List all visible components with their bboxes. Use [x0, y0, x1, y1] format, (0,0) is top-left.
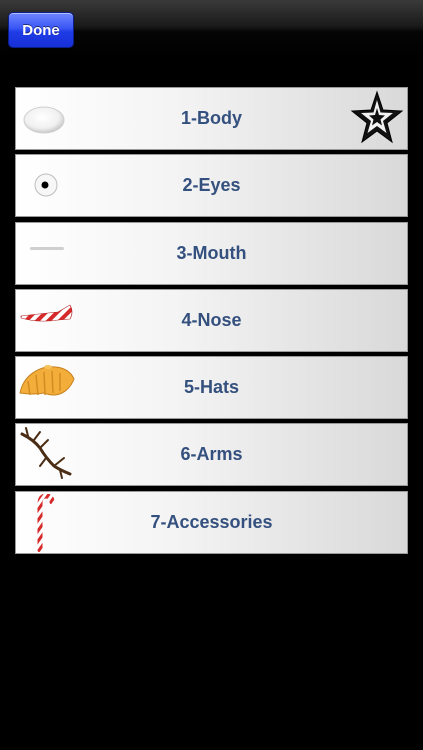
menu-item-hats[interactable]: 5-Hats	[15, 356, 408, 420]
menu-item-label: 4-Nose	[181, 309, 242, 330]
menu-item-arms[interactable]: 6-Arms	[15, 423, 408, 487]
menu-item-body[interactable]: 1-Body	[15, 87, 408, 150]
menu-item-nose[interactable]: 4-Nose	[15, 288, 408, 352]
menu-item-mouth[interactable]: 3-Mouth	[15, 221, 408, 285]
menu-item-label: 7-Accessories	[150, 511, 273, 532]
menu-item-accessories[interactable]: 7-Accessories	[15, 490, 408, 554]
menu-item-label: 6-Arms	[180, 444, 243, 465]
done-button[interactable]: Done	[8, 12, 74, 48]
menu-item-label: 5-Hats	[183, 377, 240, 398]
navigation-bar: Done	[0, 0, 423, 58]
menu-item-eyes[interactable]: 2-Eyes	[15, 154, 408, 218]
star-icon	[350, 90, 404, 144]
menu-item-label: 2-Eyes	[182, 175, 241, 196]
part-menu: 1-Body 2-Eyes 3-Mouth 4-Nose 5-Hats 6-Ar…	[15, 87, 408, 558]
menu-item-label: 3-Mouth	[176, 242, 247, 263]
